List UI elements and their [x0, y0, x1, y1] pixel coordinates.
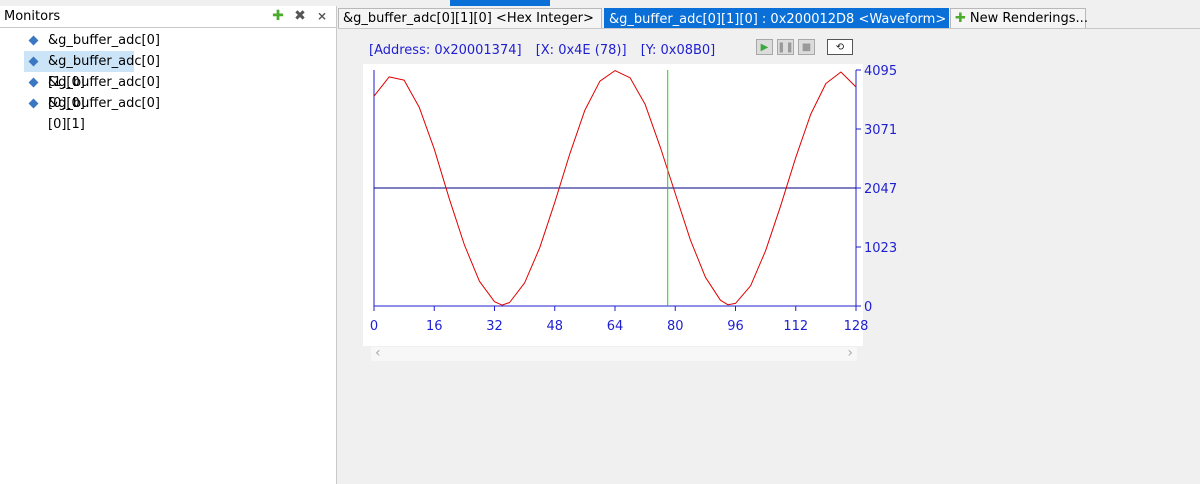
variable-diamond-icon [28, 77, 39, 88]
x-tick-label: 112 [783, 319, 808, 334]
y-tick-label: 3071.25 [864, 123, 898, 138]
y-readout: [Y: 0x08B0] [640, 43, 716, 58]
monitor-item[interactable]: &g_buffer_adc[0][0][0] [24, 72, 160, 111]
tab-hex-integer[interactable]: &g_buffer_adc[0][1][0] <Hex Integer> [338, 8, 602, 28]
scroll-right-icon[interactable]: › [847, 345, 853, 361]
x-tick-label: 32 [486, 319, 503, 334]
y-tick-label: 1023.75 [864, 241, 898, 256]
add-monitor-icon[interactable]: ✚ [270, 6, 286, 27]
monitors-panel: Monitors ✚ ✖ ⨯ &g_buffer_adc[0][1][1] &g… [0, 6, 337, 484]
renderings-tab-bar: &g_buffer_adc[0][1][0] <Hex Integer> &g_… [338, 6, 1200, 29]
monitor-list: &g_buffer_adc[0][1][1] &g_buffer_adc[0][… [0, 28, 336, 132]
y-tick-label: 2047.5 [864, 182, 898, 197]
waveform-chart[interactable]: 4095 3071.25 2047.5 1023.75 0 0 16 32 48 64 80 96 11… [338, 64, 898, 346]
variable-diamond-icon [28, 35, 39, 46]
x-tick-label: 16 [426, 319, 443, 334]
x-readout: [X: 0x4E (78)] [535, 43, 627, 58]
monitors-header: Monitors ✚ ✖ ⨯ [0, 6, 336, 28]
x-tick-label: 0 [370, 319, 378, 334]
pause-icon[interactable]: ❚❚ [777, 39, 794, 55]
x-tick-label: 96 [727, 319, 744, 334]
stop-icon[interactable]: ■ [798, 39, 815, 55]
tab-new-renderings[interactable]: ✚ New Renderings... [950, 8, 1088, 28]
play-icon[interactable]: ▶ [756, 39, 773, 55]
y-tick-label: 4095 [864, 64, 897, 79]
waveform-rendering: [Address: 0x20001374] [X: 0x4E (78)] [Y:… [338, 29, 1200, 484]
monitors-title: Monitors [4, 9, 61, 24]
scroll-left-icon[interactable]: ‹ [375, 345, 381, 361]
variable-diamond-icon [28, 98, 39, 109]
remove-all-monitors-icon[interactable]: ⨯ [314, 6, 330, 27]
monitor-item-selected[interactable]: &g_buffer_adc[0][1][0] [24, 51, 160, 90]
tab-label: &g_buffer_adc[0][1][0] <Hex Integer> [343, 11, 594, 26]
chart-background [363, 64, 863, 346]
monitor-item[interactable]: &g_buffer_adc[0][1][1] [24, 30, 160, 69]
x-tick-label: 64 [607, 319, 624, 334]
tab-label: &g_buffer_adc[0][1][0] : 0x200012D8 <Wav… [609, 12, 947, 27]
loop-icon[interactable]: ⟲ [827, 39, 853, 55]
horizontal-scrollbar[interactable]: ‹ › [371, 345, 857, 361]
waveform-info-line: [Address: 0x20001374] [X: 0x4E (78)] [Y:… [369, 43, 725, 58]
monitor-item[interactable]: &g_buffer_adc[0][0][1] [24, 93, 160, 132]
tab-label: New Renderings... [969, 11, 1088, 26]
x-tick-label: 80 [667, 319, 684, 334]
add-icon: ✚ [955, 11, 966, 26]
x-tick-label: 128 [844, 319, 869, 334]
x-tick-label: 48 [546, 319, 563, 334]
tab-waveform[interactable]: &g_buffer_adc[0][1][0] : 0x200012D8 <Wav… [604, 8, 966, 28]
monitor-item-label: &g_buffer_adc[0][0][1] [48, 96, 160, 132]
address-readout: [Address: 0x20001374] [369, 43, 522, 58]
variable-diamond-icon [28, 56, 39, 67]
playback-controls: ▶ ❚❚ ■ ⟲ [756, 39, 853, 55]
remove-monitor-icon[interactable]: ✖ [292, 6, 308, 27]
y-tick-label: 0 [864, 300, 872, 315]
